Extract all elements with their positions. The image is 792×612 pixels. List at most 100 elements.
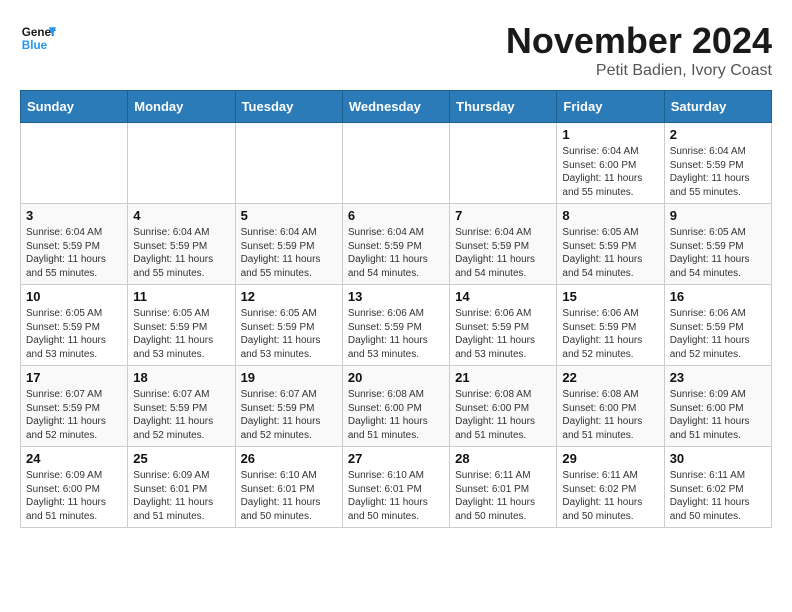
day-info: Sunrise: 6:06 AMSunset: 5:59 PMDaylight:… xyxy=(562,307,658,361)
day-cell: 13 Sunrise: 6:06 AMSunset: 5:59 PMDayligh… xyxy=(342,285,449,366)
day-cell: 9 Sunrise: 6:05 AMSunset: 5:59 PMDaylight… xyxy=(664,204,771,285)
weekday-header-thursday: Thursday xyxy=(450,91,557,123)
day-info: Sunrise: 6:05 AMSunset: 5:59 PMDaylight:… xyxy=(133,307,229,361)
day-cell: 22Sunrise: 6:08 AMSunset: 6:00 PMDayligh… xyxy=(557,366,664,447)
day-number: 26 xyxy=(241,451,337,466)
day-number: 23 xyxy=(670,370,766,385)
day-cell: 11 Sunrise: 6:05 AMSunset: 5:59 PMDayligh… xyxy=(128,285,235,366)
calendar-table: SundayMondayTuesdayWednesdayThursdayFrid… xyxy=(20,90,772,528)
day-cell xyxy=(21,123,128,204)
logo: General Blue xyxy=(20,20,56,56)
day-info: Sunrise: 6:08 AMSunset: 6:00 PMDaylight:… xyxy=(455,388,551,442)
day-number: 18 xyxy=(133,370,229,385)
title-area: November 2024 Petit Badien, Ivory Coast xyxy=(506,20,772,80)
day-info: Sunrise: 6:10 AMSunset: 6:01 PMDaylight:… xyxy=(241,469,337,523)
logo-icon: General Blue xyxy=(20,20,56,56)
day-cell: 18 Sunrise: 6:07 AMSunset: 5:59 PMDayligh… xyxy=(128,366,235,447)
day-info: Sunrise: 6:04 AMSunset: 6:00 PMDaylight:… xyxy=(562,145,658,199)
day-cell: 6 Sunrise: 6:04 AMSunset: 5:59 PMDaylight… xyxy=(342,204,449,285)
day-number: 21 xyxy=(455,370,551,385)
day-cell: 5Sunrise: 6:04 AMSunset: 5:59 PMDaylight… xyxy=(235,204,342,285)
day-info: Sunrise: 6:11 AMSunset: 6:02 PMDaylight:… xyxy=(670,469,766,523)
day-cell: 4 Sunrise: 6:04 AMSunset: 5:59 PMDaylight… xyxy=(128,204,235,285)
day-info: Sunrise: 6:04 AMSunset: 5:59 PMDaylight:… xyxy=(26,226,122,280)
day-cell xyxy=(128,123,235,204)
day-cell: 17 Sunrise: 6:07 AMSunset: 5:59 PMDayligh… xyxy=(21,366,128,447)
day-cell: 24 Sunrise: 6:09 AMSunset: 6:00 PMDayligh… xyxy=(21,447,128,528)
day-info: Sunrise: 6:09 AMSunset: 6:00 PMDaylight:… xyxy=(670,388,766,442)
day-info: Sunrise: 6:05 AMSunset: 5:59 PMDaylight:… xyxy=(26,307,122,361)
day-cell: 27 Sunrise: 6:10 AMSunset: 6:01 PMDayligh… xyxy=(342,447,449,528)
day-cell: 16 Sunrise: 6:06 AMSunset: 5:59 PMDayligh… xyxy=(664,285,771,366)
svg-text:Blue: Blue xyxy=(22,39,48,52)
day-info: Sunrise: 6:05 AMSunset: 5:59 PMDaylight:… xyxy=(241,307,337,361)
day-number: 14 xyxy=(455,289,551,304)
day-info: Sunrise: 6:05 AMSunset: 5:59 PMDaylight:… xyxy=(562,226,658,280)
day-cell: 14Sunrise: 6:06 AMSunset: 5:59 PMDayligh… xyxy=(450,285,557,366)
day-cell: 7 Sunrise: 6:04 AMSunset: 5:59 PMDaylight… xyxy=(450,204,557,285)
day-info: Sunrise: 6:07 AMSunset: 5:59 PMDaylight:… xyxy=(133,388,229,442)
day-number: 25 xyxy=(133,451,229,466)
month-title: November 2024 xyxy=(506,20,772,62)
day-number: 12 xyxy=(241,289,337,304)
day-info: Sunrise: 6:07 AMSunset: 5:59 PMDaylight:… xyxy=(26,388,122,442)
week-row-4: 17 Sunrise: 6:07 AMSunset: 5:59 PMDayligh… xyxy=(21,366,772,447)
page-header: General Blue November 2024 Petit Badien,… xyxy=(20,20,772,80)
day-number: 3 xyxy=(26,208,122,223)
day-cell: 1 Sunrise: 6:04 AMSunset: 6:00 PMDaylight… xyxy=(557,123,664,204)
day-cell: 10 Sunrise: 6:05 AMSunset: 5:59 PMDayligh… xyxy=(21,285,128,366)
day-number: 15 xyxy=(562,289,658,304)
day-number: 27 xyxy=(348,451,444,466)
day-number: 13 xyxy=(348,289,444,304)
day-number: 19 xyxy=(241,370,337,385)
weekday-header-saturday: Saturday xyxy=(664,91,771,123)
day-cell: 26 Sunrise: 6:10 AMSunset: 6:01 PMDayligh… xyxy=(235,447,342,528)
day-info: Sunrise: 6:06 AMSunset: 5:59 PMDaylight:… xyxy=(348,307,444,361)
day-number: 17 xyxy=(26,370,122,385)
weekday-header-tuesday: Tuesday xyxy=(235,91,342,123)
day-info: Sunrise: 6:05 AMSunset: 5:59 PMDaylight:… xyxy=(670,226,766,280)
day-info: Sunrise: 6:10 AMSunset: 6:01 PMDaylight:… xyxy=(348,469,444,523)
day-number: 1 xyxy=(562,127,658,142)
day-info: Sunrise: 6:09 AMSunset: 6:00 PMDaylight:… xyxy=(26,469,122,523)
day-info: Sunrise: 6:08 AMSunset: 6:00 PMDaylight:… xyxy=(562,388,658,442)
day-cell: 21 Sunrise: 6:08 AMSunset: 6:00 PMDayligh… xyxy=(450,366,557,447)
weekday-header-wednesday: Wednesday xyxy=(342,91,449,123)
day-number: 29 xyxy=(562,451,658,466)
week-row-5: 24 Sunrise: 6:09 AMSunset: 6:00 PMDayligh… xyxy=(21,447,772,528)
day-cell: 15 Sunrise: 6:06 AMSunset: 5:59 PMDayligh… xyxy=(557,285,664,366)
day-info: Sunrise: 6:06 AMSunset: 5:59 PMDaylight:… xyxy=(670,307,766,361)
day-number: 24 xyxy=(26,451,122,466)
day-number: 4 xyxy=(133,208,229,223)
day-cell xyxy=(342,123,449,204)
day-number: 28 xyxy=(455,451,551,466)
day-number: 9 xyxy=(670,208,766,223)
day-info: Sunrise: 6:11 AMSunset: 6:02 PMDaylight:… xyxy=(562,469,658,523)
day-cell: 3 Sunrise: 6:04 AMSunset: 5:59 PMDaylight… xyxy=(21,204,128,285)
day-number: 5 xyxy=(241,208,337,223)
day-number: 16 xyxy=(670,289,766,304)
day-cell: 28 Sunrise: 6:11 AMSunset: 6:01 PMDayligh… xyxy=(450,447,557,528)
location-subtitle: Petit Badien, Ivory Coast xyxy=(506,62,772,80)
day-cell: 8 Sunrise: 6:05 AMSunset: 5:59 PMDaylight… xyxy=(557,204,664,285)
day-info: Sunrise: 6:08 AMSunset: 6:00 PMDaylight:… xyxy=(348,388,444,442)
week-row-3: 10 Sunrise: 6:05 AMSunset: 5:59 PMDayligh… xyxy=(21,285,772,366)
day-number: 6 xyxy=(348,208,444,223)
day-cell: 29 Sunrise: 6:11 AMSunset: 6:02 PMDayligh… xyxy=(557,447,664,528)
weekday-header-row: SundayMondayTuesdayWednesdayThursdayFrid… xyxy=(21,91,772,123)
day-cell: 23 Sunrise: 6:09 AMSunset: 6:00 PMDayligh… xyxy=(664,366,771,447)
day-cell xyxy=(235,123,342,204)
day-info: Sunrise: 6:11 AMSunset: 6:01 PMDaylight:… xyxy=(455,469,551,523)
day-info: Sunrise: 6:09 AMSunset: 6:01 PMDaylight:… xyxy=(133,469,229,523)
day-info: Sunrise: 6:04 AMSunset: 5:59 PMDaylight:… xyxy=(133,226,229,280)
day-number: 11 xyxy=(133,289,229,304)
day-number: 20 xyxy=(348,370,444,385)
day-cell: 20 Sunrise: 6:08 AMSunset: 6:00 PMDayligh… xyxy=(342,366,449,447)
day-info: Sunrise: 6:04 AMSunset: 5:59 PMDaylight:… xyxy=(455,226,551,280)
day-number: 7 xyxy=(455,208,551,223)
day-info: Sunrise: 6:04 AMSunset: 5:59 PMDaylight:… xyxy=(348,226,444,280)
day-number: 8 xyxy=(562,208,658,223)
day-number: 10 xyxy=(26,289,122,304)
day-info: Sunrise: 6:07 AMSunset: 5:59 PMDaylight:… xyxy=(241,388,337,442)
day-number: 2 xyxy=(670,127,766,142)
